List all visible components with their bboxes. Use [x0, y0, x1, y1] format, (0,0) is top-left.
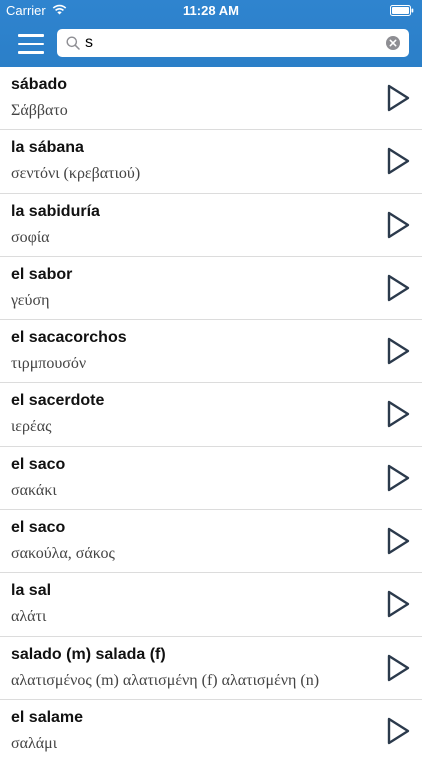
list-item[interactable]: el saco σακούλα, σάκος: [0, 510, 422, 574]
clear-icon[interactable]: [386, 36, 400, 50]
list-item[interactable]: salado (m) salada (f) αλατισμένος (m) αλ…: [0, 637, 422, 700]
list-item[interactable]: el sacacorchos τιρμπουσόν: [0, 320, 422, 384]
entry-translation: σακούλα, σάκος: [11, 545, 115, 563]
entry-translation: γεύση: [11, 291, 50, 309]
entry-translation: σαλάμι: [11, 734, 58, 752]
play-icon[interactable]: [385, 589, 411, 619]
entry-word: el sacacorchos: [11, 329, 127, 347]
play-icon[interactable]: [385, 463, 411, 493]
status-bar: Carrier 11:28 AM: [0, 0, 422, 22]
entry-word: salado (m) salada (f): [11, 645, 166, 663]
entry-word: el sacerdote: [11, 392, 105, 410]
search-bar[interactable]: [57, 29, 409, 57]
play-icon[interactable]: [385, 526, 411, 556]
play-icon[interactable]: [385, 210, 411, 240]
play-icon[interactable]: [385, 336, 411, 366]
entry-word: la sal: [11, 582, 52, 600]
entry-translation: σεντόνι (κρεβατιού): [11, 165, 141, 183]
entry-word: la sabiduría: [11, 202, 100, 220]
entry-word: el saco: [11, 455, 66, 473]
entry-word: el sabor: [11, 265, 73, 283]
play-icon[interactable]: [385, 83, 411, 113]
entry-translation: σακάκι: [11, 481, 57, 499]
entry-word: la sábana: [11, 139, 84, 157]
entry-word: el salame: [11, 708, 84, 726]
entry-word: sábado: [11, 76, 68, 93]
list-item[interactable]: la sal αλάτι: [0, 573, 422, 637]
word-list: sábado Σάββατο la sábana σεντόνι (κρεβατ…: [0, 67, 422, 763]
list-item[interactable]: el saco σακάκι: [0, 447, 422, 511]
entry-translation: Σάββατο: [11, 102, 68, 119]
play-icon[interactable]: [385, 399, 411, 429]
play-icon[interactable]: [385, 273, 411, 303]
list-item[interactable]: sábado Σάββατο: [0, 67, 422, 131]
list-item[interactable]: el sabor γεύση: [0, 257, 422, 321]
search-input[interactable]: [85, 32, 385, 54]
list-item[interactable]: el salame σαλάμι: [0, 700, 422, 763]
navigation-header: Carrier 11:28 AM: [0, 0, 422, 67]
battery-icon: [390, 5, 414, 16]
play-icon[interactable]: [385, 653, 411, 683]
list-item[interactable]: la sábana σεντόνι (κρεβατιού): [0, 130, 422, 194]
play-icon[interactable]: [385, 146, 411, 176]
entry-translation: αλάτι: [11, 608, 47, 626]
entry-translation: τιρμπουσόν: [11, 355, 87, 373]
hamburger-menu-icon[interactable]: [18, 34, 44, 54]
list-item[interactable]: el sacerdote ιερέας: [0, 383, 422, 447]
status-time: 11:28 AM: [183, 3, 239, 18]
entry-word: el saco: [11, 519, 66, 537]
search-icon: [66, 36, 80, 50]
list-item[interactable]: la sabiduría σοφία: [0, 194, 422, 257]
entry-translation: ιερέας: [11, 418, 52, 436]
play-icon[interactable]: [385, 716, 411, 746]
entry-translation: αλατισμένος (m) αλατισμένη (f) αλατισμέν…: [11, 671, 320, 689]
entry-translation: σοφία: [11, 228, 50, 246]
